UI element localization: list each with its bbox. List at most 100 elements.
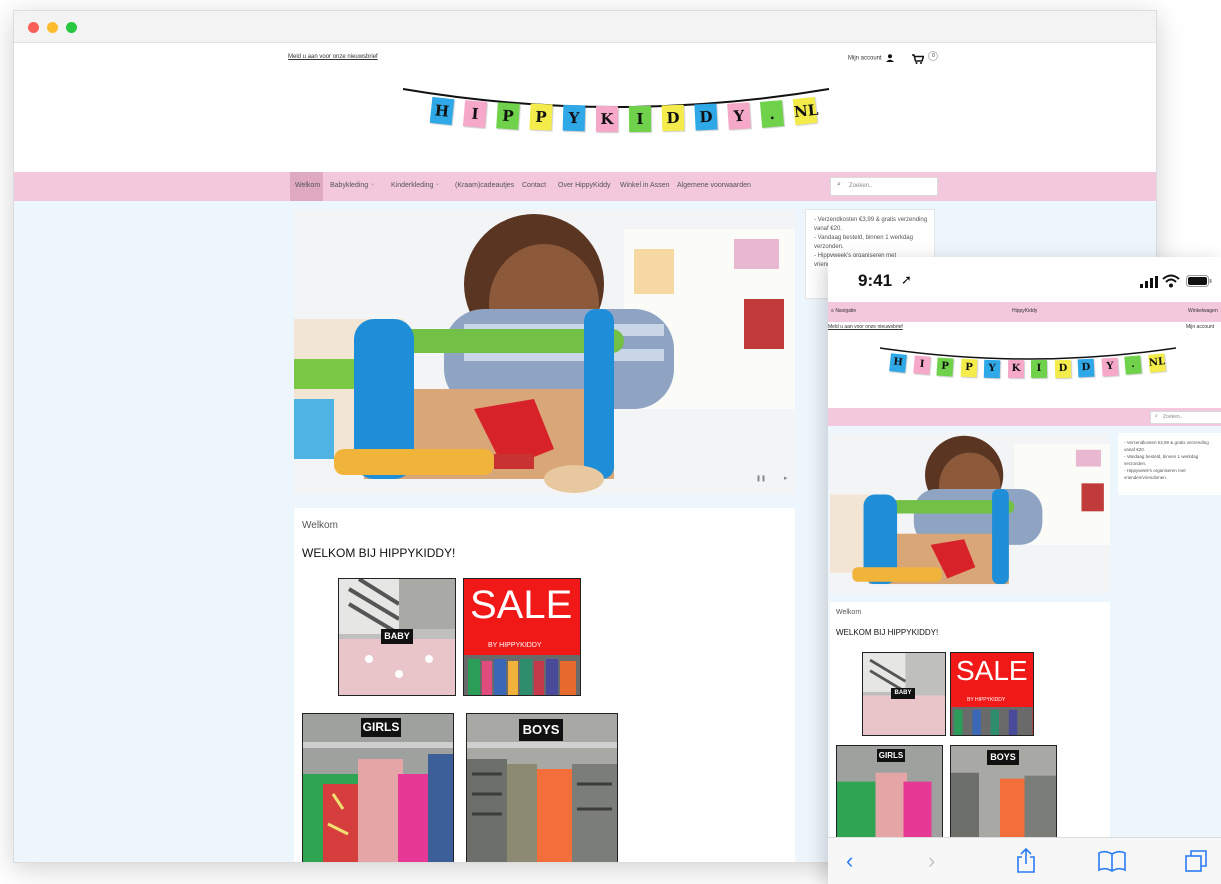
mobile-tile-label-boys: BOYS	[987, 750, 1019, 765]
mobile-account-link[interactable]: Mijn account	[1186, 324, 1214, 330]
cart-button[interactable]: 0	[912, 51, 939, 69]
logo-flag-letter: D	[1054, 359, 1071, 378]
mobile-page-breadcrumb: Welkom	[836, 609, 862, 616]
category-tile-girls[interactable]: GIRLS	[302, 713, 454, 862]
site-logo[interactable]: H I P P Y K I D D Y. NL	[401, 83, 831, 158]
chevron-down-icon: ⌄	[435, 181, 441, 187]
mobile-header: Meld u aan voor onze nieuwsbrief Mijn ac…	[828, 322, 1221, 408]
nav-item-winkel-in-assen[interactable]: Winkel in Assen	[620, 182, 669, 189]
logo-flag-letter: P	[529, 103, 553, 131]
mobile-info-line-delivery: - Vandaag besteld, binnen 1 werkdag verz…	[1124, 454, 1199, 466]
mobile-cart-link[interactable]: Winkelwagen	[1188, 308, 1218, 314]
search-input-placeholder: Zoeken..	[849, 183, 873, 189]
category-tile-sale[interactable]: SALE BY HIPPYKIDDY	[463, 578, 581, 696]
logo-flag-letter: I	[912, 355, 931, 375]
share-icon[interactable]	[1015, 848, 1037, 874]
window-titlebar	[14, 11, 1156, 43]
mobile-tile-boys[interactable]: BOYS	[950, 745, 1057, 838]
zoom-window-button[interactable]	[66, 22, 77, 33]
close-window-button[interactable]	[28, 22, 39, 33]
mobile-tile-label-sale: SALE	[956, 655, 1028, 686]
logo-flag-letter: NL	[1147, 353, 1166, 373]
sale-rack-image	[464, 655, 580, 695]
mobile-nav-toggle[interactable]: ≡ Navigatie	[831, 308, 856, 314]
mobile-tile-baby[interactable]: BABY	[862, 652, 946, 736]
tile-label-by-hippykiddy: BY HIPPYKIDDY	[488, 642, 542, 649]
logo-flag-letter: Y	[983, 359, 1001, 378]
main-navigation: Welkom Babykleding ⌄ Kinderkleding ⌄ (Kr…	[14, 172, 1156, 201]
logo-flag-letter: D	[694, 103, 718, 131]
slideshow-next-icon[interactable]: ▸	[784, 474, 788, 482]
site-header: Meld u aan voor onze nieuwsbrief Mijn ac…	[14, 43, 1156, 174]
safari-toolbar: ‹ ›	[828, 837, 1221, 884]
mobile-tile-girls[interactable]: GIRLS	[836, 745, 943, 838]
logo-flag-letter: Y	[1100, 357, 1119, 377]
back-icon[interactable]: ‹	[846, 848, 853, 874]
cart-count-badge: 0	[928, 51, 939, 61]
info-line-delivery: - Vandaag besteld, binnen 1 werkdag verz…	[814, 235, 913, 250]
mobile-search-placeholder: Zoeken..	[1163, 414, 1183, 420]
mobile-site-logo[interactable]: H I P P Y K I D D Y. NL	[878, 344, 1178, 394]
category-tile-boys[interactable]: BOYS	[466, 713, 618, 862]
minimize-window-button[interactable]	[47, 22, 58, 33]
mobile-hero-slideshow[interactable]	[830, 433, 1110, 593]
nav-item-algemene-voorwaarden[interactable]: Algemene voorwaarden	[677, 182, 751, 189]
mobile-site-title[interactable]: HippyKiddy	[1012, 308, 1037, 314]
nav-item-kraamcadeautjes[interactable]: (Kraam)cadeautjes	[455, 182, 514, 189]
account-label: Mijn account	[848, 55, 882, 62]
nav-item-kinderkleding[interactable]: Kinderkleding	[391, 182, 433, 189]
mobile-page-heading: WELKOM BIJ HIPPYKIDDY!	[836, 628, 939, 637]
mobile-tile-label-girls: GIRLS	[877, 749, 905, 762]
newsletter-link[interactable]: Meld u aan voor onze nieuwsbrief	[288, 54, 378, 60]
mobile-main-content: Welkom WELKOM BIJ HIPPYKIDDY! BABY SALE …	[830, 602, 1110, 838]
logo-flag-letter: K	[595, 105, 619, 133]
search-box[interactable]: ⌕ Zoeken..	[830, 177, 938, 196]
info-line-shipping: - Verzendkosten €3,99 & gratis verzendin…	[814, 217, 928, 232]
tile-label-baby: BABY	[381, 629, 413, 644]
mobile-search-box[interactable]: ⌕ Zoeken..	[1150, 411, 1221, 424]
nav-item-welkom[interactable]: Welkom	[295, 182, 320, 189]
bookmarks-icon[interactable]	[1098, 850, 1126, 872]
logo-flag-letter: D	[1077, 358, 1095, 378]
ios-status-bar: 9:41 ➚	[828, 257, 1221, 302]
cellular-signal-icon	[1140, 276, 1158, 288]
main-content: Welkom WELKOM BIJ HIPPYKIDDY! BABY SALE …	[294, 508, 795, 862]
mobile-hero-image	[830, 433, 1110, 593]
mobile-sale-rack-image	[951, 707, 1033, 735]
mobile-info-line-shipping: - Verzendkosten €3,99 & gratis verzendin…	[1124, 440, 1209, 452]
nav-item-contact[interactable]: Contact	[522, 182, 546, 189]
logo-flag-letter: Y	[562, 105, 586, 132]
logo-flag-letter: .	[759, 99, 785, 128]
mobile-nav-bar: ≡ Navigatie HippyKiddy Winkelwagen	[828, 302, 1221, 322]
logo-flag-letter: I	[462, 99, 488, 128]
nav-item-over-hippykiddy[interactable]: Over HippyKiddy	[558, 182, 611, 189]
logo-flag-letter: I	[1030, 359, 1048, 379]
mobile-search-bar: ⌕ Zoeken..	[828, 408, 1221, 426]
forward-icon[interactable]: ›	[928, 848, 935, 874]
hero-slideshow[interactable]: ❚❚ ▸	[294, 209, 795, 495]
cart-icon	[912, 51, 925, 64]
slideshow-pause-icon[interactable]: ❚❚	[756, 475, 766, 482]
mobile-nav-label: Navigatie	[835, 308, 857, 314]
mobile-tile-label-by-hippykiddy: BY HIPPYKIDDY	[967, 697, 1006, 703]
page-breadcrumb: Welkom	[302, 520, 338, 531]
category-tile-baby[interactable]: BABY	[338, 578, 456, 696]
mobile-tile-sale[interactable]: SALE BY HIPPYKIDDY	[950, 652, 1034, 736]
search-icon: ⌕	[837, 181, 841, 188]
mobile-newsletter-link[interactable]: Meld u aan voor onze nieuwsbrief	[828, 324, 903, 330]
nav-item-babykleding[interactable]: Babykleding	[330, 182, 368, 189]
mobile-device-screen: 9:41 ➚ ≡ Navigatie HippyKiddy Winkelwage…	[828, 257, 1221, 884]
tile-label-girls: GIRLS	[361, 718, 401, 737]
location-arrow-icon: ➚	[901, 272, 912, 287]
logo-flag-letter: P	[496, 102, 520, 130]
tile-label-boys: BOYS	[519, 719, 563, 741]
account-link[interactable]: Mijn account	[848, 54, 895, 62]
tabs-icon[interactable]	[1184, 849, 1208, 873]
mobile-tile-label-baby: BABY	[891, 688, 915, 699]
search-icon: ⌕	[1155, 413, 1158, 419]
logo-flag-letter: H	[429, 96, 455, 126]
logo-flag-letter: D	[661, 105, 685, 132]
user-icon	[886, 54, 895, 62]
status-time: 9:41	[858, 271, 893, 290]
hero-image	[294, 209, 795, 495]
